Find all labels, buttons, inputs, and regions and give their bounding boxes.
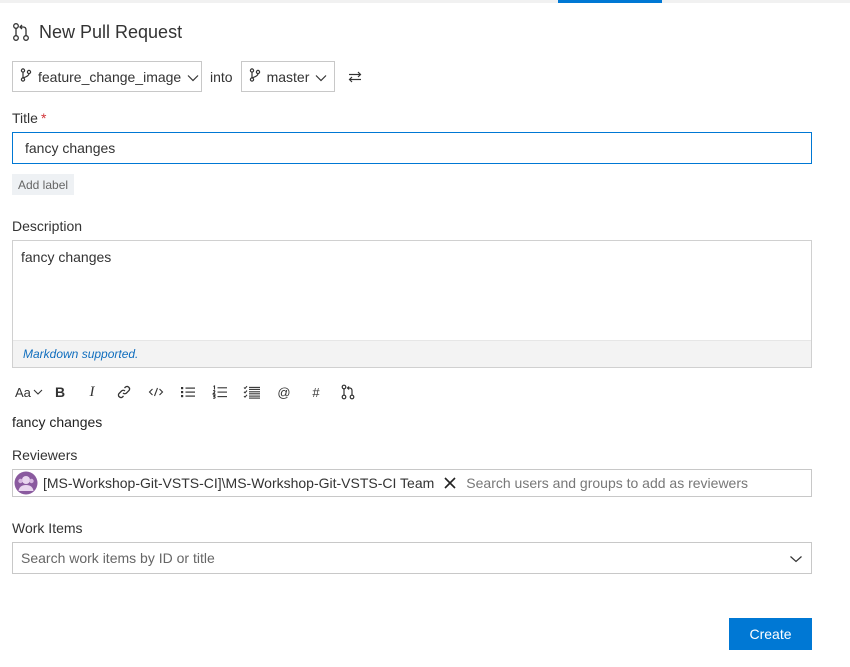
title-input[interactable]: fancy changes bbox=[12, 132, 812, 164]
chevron-down-icon bbox=[789, 550, 803, 566]
italic-button[interactable]: I bbox=[76, 380, 108, 404]
reviewer-search-input[interactable]: Search users and groups to add as review… bbox=[466, 475, 748, 491]
reviewer-chip-name: [MS-Workshop-Git-VSTS-CI]\MS-Workshop-Gi… bbox=[43, 475, 435, 491]
work-items-dropdown[interactable]: Search work items by ID or title bbox=[12, 542, 812, 574]
font-size-label: Aa bbox=[15, 384, 31, 400]
active-tab-indicator bbox=[558, 0, 662, 3]
work-items-label: Work Items bbox=[12, 520, 83, 536]
description-text: fancy changes bbox=[21, 249, 112, 265]
numbered-list-icon[interactable] bbox=[204, 380, 236, 404]
source-branch-dropdown[interactable]: feature_change_image bbox=[12, 61, 202, 92]
top-divider bbox=[0, 0, 850, 3]
target-branch-name: master bbox=[266, 68, 310, 85]
bold-button[interactable]: B bbox=[44, 380, 76, 404]
branch-selector-row: feature_change_image into master bbox=[12, 61, 363, 92]
reviewers-picker[interactable]: [MS-Workshop-Git-VSTS-CI]\MS-Workshop-Gi… bbox=[12, 469, 812, 497]
title-label-text: Title bbox=[12, 110, 38, 126]
link-icon[interactable] bbox=[108, 380, 140, 404]
team-avatar bbox=[14, 471, 38, 495]
page-header: New Pull Request bbox=[12, 18, 182, 46]
chevron-down-icon bbox=[315, 69, 327, 85]
chevron-down-icon bbox=[187, 69, 199, 85]
bulleted-list-icon[interactable] bbox=[172, 380, 204, 404]
add-label-button[interactable]: Add label bbox=[12, 174, 75, 195]
font-size-button[interactable]: Aa bbox=[12, 380, 44, 404]
work-item-hash-label: # bbox=[312, 384, 320, 400]
mention-label: @ bbox=[277, 384, 291, 400]
create-button[interactable]: Create bbox=[729, 618, 812, 650]
formatting-toolbar: Aa B I @ # bbox=[12, 380, 364, 404]
mention-button[interactable]: @ bbox=[268, 380, 300, 404]
markdown-preview: fancy changes bbox=[12, 414, 103, 430]
pull-request-link-icon[interactable] bbox=[332, 380, 364, 404]
markdown-supported-link[interactable]: Markdown supported. bbox=[23, 347, 138, 361]
work-item-link-button[interactable]: # bbox=[300, 380, 332, 404]
swap-branches-icon[interactable] bbox=[347, 70, 363, 84]
required-marker: * bbox=[40, 110, 47, 126]
description-textarea[interactable]: fancy changes Markdown supported. bbox=[12, 240, 812, 368]
italic-label: I bbox=[89, 383, 95, 400]
remove-reviewer-close-icon[interactable] bbox=[442, 475, 458, 491]
reviewers-label: Reviewers bbox=[12, 447, 78, 463]
markdown-supported-bar: Markdown supported. bbox=[13, 340, 811, 367]
branch-icon bbox=[20, 68, 32, 85]
code-icon[interactable] bbox=[140, 380, 172, 404]
bold-label: B bbox=[54, 384, 66, 400]
target-branch-dropdown[interactable]: master bbox=[240, 61, 335, 92]
branch-icon bbox=[249, 68, 261, 85]
pull-request-icon bbox=[12, 22, 30, 42]
work-items-search-placeholder: Search work items by ID or title bbox=[21, 550, 215, 566]
page-title: New Pull Request bbox=[39, 21, 183, 42]
title-field-label: Title * bbox=[12, 110, 46, 126]
task-list-icon[interactable] bbox=[236, 380, 268, 404]
source-branch-name: feature_change_image bbox=[38, 68, 182, 85]
description-label: Description bbox=[12, 218, 83, 234]
into-label: into bbox=[210, 68, 233, 85]
